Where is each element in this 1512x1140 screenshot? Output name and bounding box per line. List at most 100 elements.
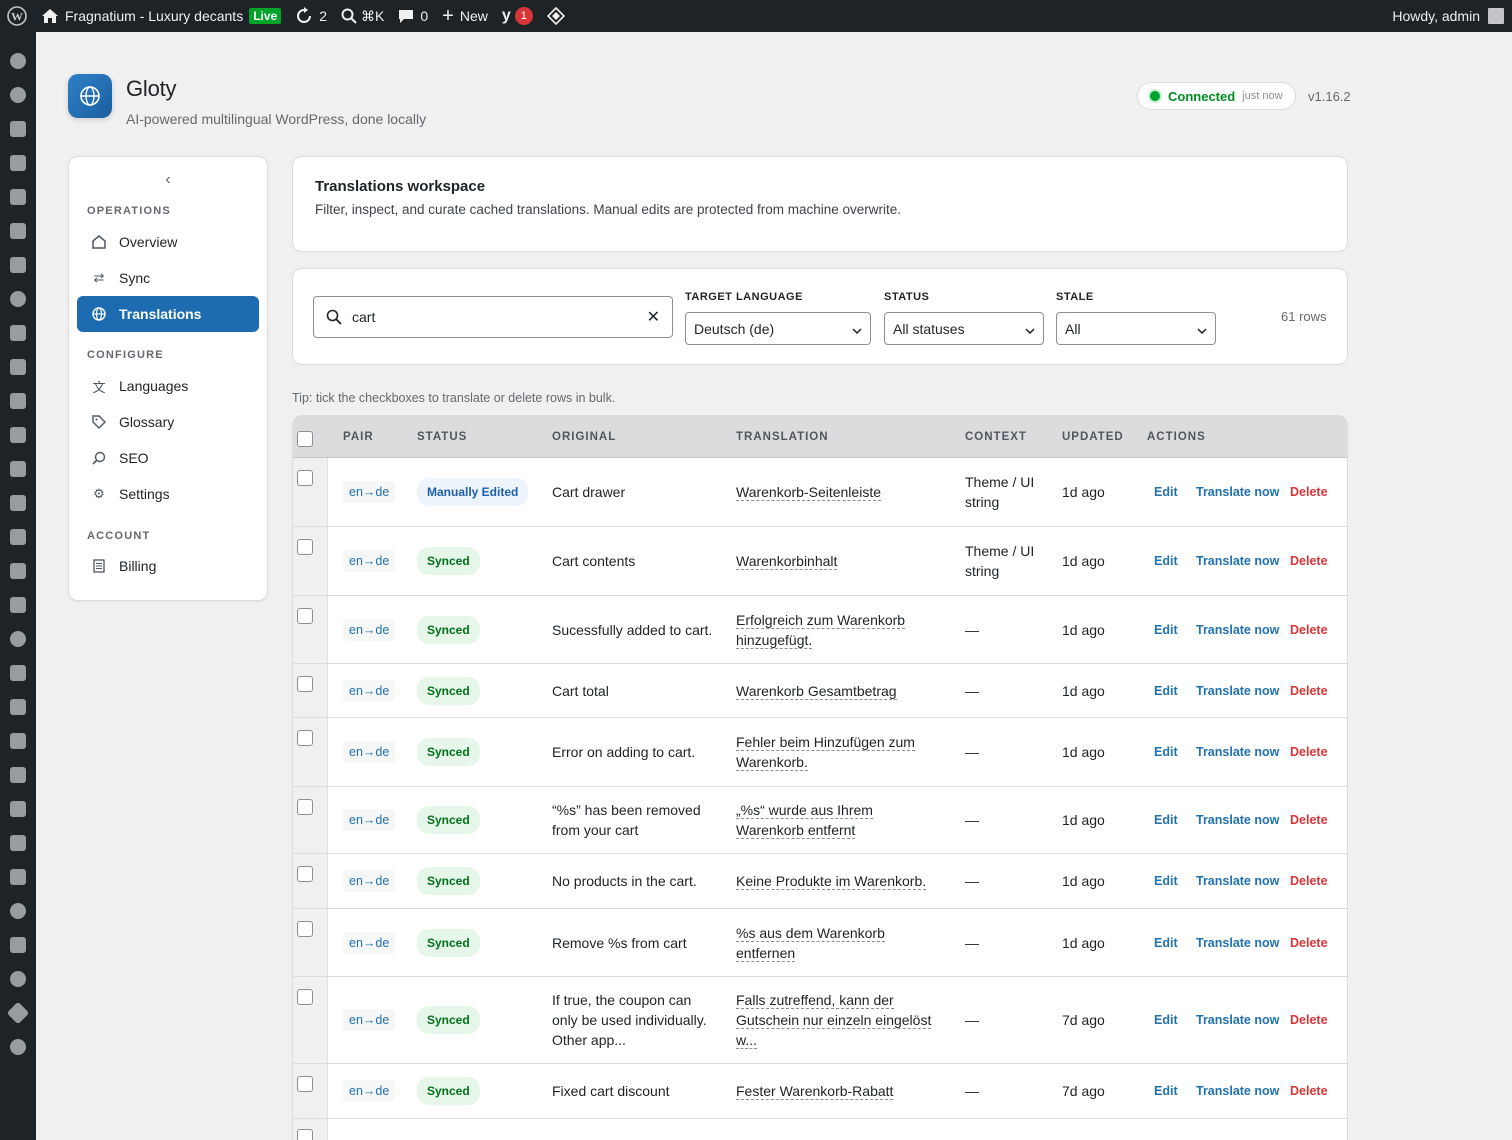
sidebar-item-sync[interactable]: ⇄ Sync: [77, 260, 259, 296]
translate-now-link[interactable]: Translate now: [1196, 551, 1279, 571]
mail-icon[interactable]: [0, 860, 36, 894]
translation-text[interactable]: Falls zutreffend, kann der Gutschein nur…: [736, 990, 941, 1050]
edit-link[interactable]: Edit: [1154, 933, 1178, 953]
translation-text[interactable]: Keine Produkte im Warenkorb.: [736, 871, 941, 891]
sidebar-item-seo[interactable]: SEO: [77, 440, 259, 476]
translation-text[interactable]: Warenkorb Gesamtbetrag: [736, 681, 941, 701]
translation-text[interactable]: „%s“ wurde aus Ihrem Warenkorb entfernt: [736, 800, 941, 840]
payments-icon[interactable]: [0, 418, 36, 452]
delete-link[interactable]: Delete: [1290, 482, 1328, 502]
pin-2-icon[interactable]: [0, 316, 36, 350]
archive-icon[interactable]: [0, 384, 36, 418]
edit-link[interactable]: Edit: [1154, 620, 1178, 640]
edit-link[interactable]: Edit: [1154, 551, 1178, 571]
settings-menu-icon[interactable]: [0, 690, 36, 724]
row-checkbox[interactable]: [297, 676, 313, 692]
delete-link[interactable]: Delete: [1290, 742, 1328, 762]
delete-link[interactable]: Delete: [1290, 1010, 1328, 1030]
dashboard-icon[interactable]: [0, 44, 36, 78]
search-field[interactable]: ✕: [313, 296, 673, 338]
row-checkbox[interactable]: [297, 921, 313, 937]
row-checkbox[interactable]: [297, 866, 313, 882]
yoast-link[interactable]: y 1: [495, 0, 540, 32]
translation-text[interactable]: Fehler beim Hinzufügen zum Warenkorb.: [736, 732, 941, 772]
comments-link[interactable]: 0: [391, 0, 435, 32]
marketing-icon[interactable]: [0, 486, 36, 520]
puzzle-icon[interactable]: [0, 928, 36, 962]
delete-link[interactable]: Delete: [1290, 933, 1328, 953]
target-language-select[interactable]: Deutsch (de): [685, 312, 871, 345]
search-shortcut[interactable]: ⌘K: [334, 0, 391, 32]
stale-select[interactable]: All: [1056, 312, 1216, 345]
status-select[interactable]: All statuses: [884, 312, 1044, 345]
sidebar-item-translations[interactable]: Translations: [77, 296, 259, 332]
select-all-checkbox[interactable]: [297, 431, 313, 447]
yoast-menu-icon[interactable]: [0, 758, 36, 792]
updates-link[interactable]: 2: [288, 0, 334, 32]
translate-now-link[interactable]: Translate now: [1196, 933, 1279, 953]
translate-now-link[interactable]: Translate now: [1196, 1081, 1279, 1101]
play-icon[interactable]: [0, 1030, 36, 1064]
edit-link[interactable]: Edit: [1154, 1010, 1178, 1030]
sidebar-item-languages[interactable]: 文 Languages: [77, 368, 259, 404]
translate-now-link[interactable]: Translate now: [1196, 742, 1279, 762]
edit-link[interactable]: Edit: [1154, 871, 1178, 891]
edit-link[interactable]: Edit: [1154, 742, 1178, 762]
translate-now-link[interactable]: Translate now: [1196, 1010, 1279, 1030]
delete-link[interactable]: Delete: [1290, 551, 1328, 571]
pages-icon[interactable]: [0, 180, 36, 214]
cloud-upload-icon[interactable]: [0, 962, 36, 996]
media-icon[interactable]: [0, 146, 36, 180]
woocommerce-icon[interactable]: [0, 350, 36, 384]
sidebar-item-settings[interactable]: ⚙ Settings: [77, 476, 259, 512]
row-checkbox[interactable]: [297, 730, 313, 746]
delete-link[interactable]: Delete: [1290, 620, 1328, 640]
translate-now-link[interactable]: Translate now: [1196, 681, 1279, 701]
book-icon[interactable]: [0, 520, 36, 554]
translation-text[interactable]: %s aus dem Warenkorb entfernen: [736, 923, 941, 963]
translation-text[interactable]: Erfolgreich zum Warenkorb hinzugefügt.: [736, 610, 941, 650]
delete-link[interactable]: Delete: [1290, 681, 1328, 701]
wordpress-logo-icon[interactable]: W: [0, 0, 34, 32]
delete-link[interactable]: Delete: [1290, 1081, 1328, 1101]
translate-now-link[interactable]: Translate now: [1196, 482, 1279, 502]
edit-link[interactable]: Edit: [1154, 482, 1178, 502]
search-input[interactable]: [352, 309, 647, 325]
globe-menu-icon[interactable]: [0, 894, 36, 928]
folder-icon[interactable]: [0, 826, 36, 860]
translate-now-link[interactable]: Translate now: [1196, 810, 1279, 830]
clear-search-icon[interactable]: ✕: [647, 307, 660, 327]
row-checkbox[interactable]: [297, 799, 313, 815]
translation-text[interactable]: Warenkorb-Seitenleiste: [736, 482, 941, 502]
translate-now-link[interactable]: Translate now: [1196, 871, 1279, 891]
row-checkbox[interactable]: [297, 470, 313, 486]
cube-icon[interactable]: [0, 792, 36, 826]
sidebar-item-overview[interactable]: Overview: [77, 224, 259, 260]
account-menu[interactable]: Howdy, admin: [1392, 8, 1512, 24]
diamond-menu-icon[interactable]: [0, 996, 36, 1030]
lightbulb-icon[interactable]: [0, 282, 36, 316]
row-checkbox[interactable]: [297, 1076, 313, 1092]
sidebar-item-glossary[interactable]: Glossary: [77, 404, 259, 440]
edit-link[interactable]: Edit: [1154, 1081, 1178, 1101]
row-checkbox[interactable]: [297, 608, 313, 624]
delete-link[interactable]: Delete: [1290, 871, 1328, 891]
users-icon[interactable]: [0, 622, 36, 656]
pin-icon[interactable]: [0, 112, 36, 146]
brush-icon[interactable]: [0, 248, 36, 282]
translation-text[interactable]: Warenkorbinhalt: [736, 551, 941, 571]
edit-link[interactable]: Edit: [1154, 681, 1178, 701]
row-checkbox[interactable]: [297, 539, 313, 555]
edit-link[interactable]: Edit: [1154, 810, 1178, 830]
collapse-sidebar-button[interactable]: ‹: [159, 171, 177, 189]
new-content-link[interactable]: + New: [435, 0, 495, 32]
row-checkbox[interactable]: [297, 989, 313, 1005]
appearance-icon[interactable]: [0, 554, 36, 588]
translate-menu-icon[interactable]: [0, 724, 36, 758]
plugins-icon[interactable]: [0, 588, 36, 622]
row-checkbox[interactable]: [297, 1129, 313, 1140]
comments-menu-icon[interactable]: [0, 214, 36, 248]
translation-text[interactable]: Fester Warenkorb-Rabatt: [736, 1081, 941, 1101]
diamond-plugin-link[interactable]: [540, 0, 572, 32]
tools-icon[interactable]: [0, 656, 36, 690]
